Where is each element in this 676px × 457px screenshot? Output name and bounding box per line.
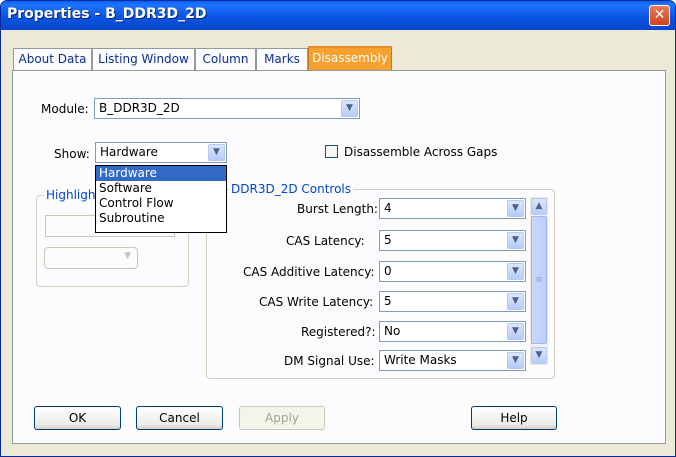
tab-column[interactable]: Column xyxy=(195,48,256,70)
dm-signal-use-label: DM Signal Use: xyxy=(284,354,375,368)
chevron-up-icon[interactable]: ▲ xyxy=(531,198,547,215)
tab-about-data[interactable]: About Data xyxy=(13,48,92,70)
module-label: Module: xyxy=(41,102,89,116)
registered-label: Registered?: xyxy=(301,325,376,339)
cas-latency-label: CAS Latency: xyxy=(286,234,365,248)
chevron-down-icon[interactable]: ▼ xyxy=(507,352,524,369)
chevron-down-icon[interactable]: ▼ xyxy=(507,323,524,340)
burst-length-label: Burst Length: xyxy=(297,202,378,216)
tab-disassembly[interactable]: Disassembly xyxy=(308,46,392,70)
chevron-down-icon[interactable]: ▼ xyxy=(208,144,225,161)
show-dropdown-list: Hardware Software Control Flow Subroutin… xyxy=(95,165,227,233)
module-select[interactable]: B_DDR3D_2D ▼ xyxy=(94,98,360,119)
disassemble-gaps-label[interactable]: Disassemble Across Gaps xyxy=(344,145,497,159)
dm-signal-use-value: Write Masks xyxy=(384,353,457,367)
show-select[interactable]: Hardware ▼ xyxy=(95,142,227,163)
show-option-hardware[interactable]: Hardware xyxy=(96,166,226,181)
chevron-down-icon[interactable]: ▼ xyxy=(507,263,524,280)
help-button[interactable]: Help xyxy=(471,406,557,430)
cas-additive-latency-select[interactable]: 0 ▼ xyxy=(379,261,526,282)
cas-write-latency-value: 5 xyxy=(384,294,392,308)
show-value: Hardware xyxy=(100,145,158,159)
registered-value: No xyxy=(384,324,401,338)
scroll-thumb[interactable]: ≡ xyxy=(531,216,547,344)
chevron-down-icon[interactable]: ▼ xyxy=(341,100,358,117)
module-value: B_DDR3D_2D xyxy=(99,101,180,115)
chevron-down-icon[interactable]: ▼ xyxy=(507,200,524,217)
burst-length-select[interactable]: 4 ▼ xyxy=(379,198,526,219)
show-option-control-flow[interactable]: Control Flow xyxy=(96,196,226,211)
cancel-button[interactable]: Cancel xyxy=(136,406,223,430)
ok-button[interactable]: OK xyxy=(34,406,121,430)
chevron-down-icon[interactable]: ▼ xyxy=(507,293,524,310)
tab-marks[interactable]: Marks xyxy=(256,48,308,70)
chevron-down-icon[interactable]: ▼ xyxy=(531,347,547,364)
dm-signal-use-select[interactable]: Write Masks ▼ xyxy=(379,350,526,371)
tab-listing-window[interactable]: Listing Window xyxy=(92,48,195,70)
show-option-subroutine[interactable]: Subroutine xyxy=(96,211,226,226)
cas-write-latency-label: CAS Write Latency: xyxy=(259,295,374,309)
close-button[interactable]: ✕ xyxy=(649,5,670,26)
title-bar[interactable]: Properties - B_DDR3D_2D ✕ xyxy=(1,1,675,30)
highlight-style-select: ▼ xyxy=(44,247,138,269)
cas-additive-latency-value: 0 xyxy=(384,264,392,278)
apply-button[interactable]: Apply xyxy=(239,406,325,430)
highlight-group-label: Highlight xyxy=(44,188,103,202)
cas-latency-select[interactable]: 5 ▼ xyxy=(379,230,526,251)
registered-select[interactable]: No ▼ xyxy=(379,321,526,342)
cas-additive-latency-label: CAS Additive Latency: xyxy=(243,265,375,279)
show-option-software[interactable]: Software xyxy=(96,181,226,196)
chevron-down-icon: ▼ xyxy=(124,251,131,261)
show-label: Show: xyxy=(54,147,90,161)
window-title: Properties - B_DDR3D_2D xyxy=(7,6,207,22)
properties-window: Properties - B_DDR3D_2D ✕ About Data Lis… xyxy=(0,0,676,457)
controls-scrollbar[interactable]: ▲ ≡ ▼ xyxy=(530,197,548,365)
cas-write-latency-select[interactable]: 5 ▼ xyxy=(379,291,526,312)
disassemble-gaps-checkbox[interactable] xyxy=(325,145,338,158)
controls-group-label: DDR3D_2D Controls xyxy=(229,182,354,196)
chevron-down-icon[interactable]: ▼ xyxy=(507,232,524,249)
cas-latency-value: 5 xyxy=(384,233,392,247)
burst-length-value: 4 xyxy=(384,201,392,215)
